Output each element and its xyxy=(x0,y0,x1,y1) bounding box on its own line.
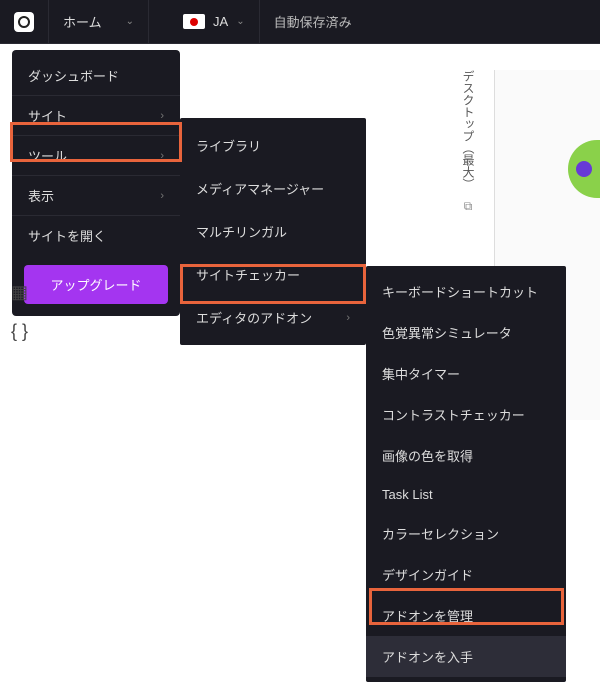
chevron-right-icon: › xyxy=(160,150,164,162)
addons-submenu: キーボードショートカット 色覚異常シミュレータ 集中タイマー コントラストチェッ… xyxy=(366,266,566,682)
table-icon[interactable]: ▦ xyxy=(11,282,28,303)
addon-item-keyboard-shortcuts[interactable]: キーボードショートカット xyxy=(366,271,566,312)
addon-item-get-image-color[interactable]: 画像の色を取得 xyxy=(366,435,566,476)
addon-item-focus-timer[interactable]: 集中タイマー xyxy=(366,353,566,394)
viewport-label: デスクトップ（最大） ⧉ xyxy=(460,70,477,214)
logo-button[interactable] xyxy=(0,0,49,43)
addon-item-design-guide[interactable]: デザインガイド xyxy=(366,554,566,595)
chevron-down-icon: ⌄ xyxy=(236,16,244,27)
topbar: ホーム ⌄ JA ⌄ 自動保存済み xyxy=(0,0,600,44)
menu-item-display[interactable]: 表示› xyxy=(12,176,180,216)
addon-item-color-blind-sim[interactable]: 色覚異常シミュレータ xyxy=(366,312,566,353)
home-label: ホーム xyxy=(63,12,102,31)
main-menu: ダッシュボード サイト› ツール› 表示› サイトを開く アップグレード xyxy=(12,50,180,316)
submenu-item-site-checker[interactable]: サイトチェッカー xyxy=(180,253,366,296)
chevron-right-icon: › xyxy=(346,312,350,324)
addon-item-color-selection[interactable]: カラーセレクション xyxy=(366,513,566,554)
chevron-right-icon: › xyxy=(160,190,164,202)
autosave-status: 自動保存済み xyxy=(260,12,366,31)
tools-submenu: ライブラリ メディアマネージャー マルチリンガル サイトチェッカー エディタのア… xyxy=(180,118,366,345)
chevron-down-icon: ⌄ xyxy=(126,16,134,27)
submenu-item-media-manager[interactable]: メディアマネージャー xyxy=(180,167,366,210)
japan-flag-icon xyxy=(183,14,205,29)
menu-item-site[interactable]: サイト› xyxy=(12,96,180,136)
braces-icon[interactable]: { } xyxy=(11,321,28,342)
submenu-item-library[interactable]: ライブラリ xyxy=(180,124,366,167)
side-toolbar: ▦ { } xyxy=(11,282,28,342)
badge-dot-icon xyxy=(576,161,592,177)
menu-item-tools[interactable]: ツール› xyxy=(12,136,180,176)
menu-item-dashboard[interactable]: ダッシュボード xyxy=(12,56,180,96)
submenu-item-editor-addons[interactable]: エディタのアドオン› xyxy=(180,296,366,339)
language-dropdown[interactable]: JA ⌄ xyxy=(169,0,260,43)
upgrade-button[interactable]: アップグレード xyxy=(24,265,168,304)
addon-item-contrast-checker[interactable]: コントラストチェッカー xyxy=(366,394,566,435)
submenu-item-multilingual[interactable]: マルチリンガル xyxy=(180,210,366,253)
language-label: JA xyxy=(213,14,228,29)
chevron-right-icon: › xyxy=(160,110,164,122)
copy-icon[interactable]: ⧉ xyxy=(464,199,473,214)
app-logo-icon xyxy=(14,12,34,32)
addon-item-manage-addons[interactable]: アドオンを管理 xyxy=(366,595,566,636)
home-dropdown[interactable]: ホーム ⌄ xyxy=(49,0,149,43)
addon-item-task-list[interactable]: Task List xyxy=(366,476,566,513)
menu-item-open-site[interactable]: サイトを開く xyxy=(12,216,180,255)
addon-item-get-addons[interactable]: アドオンを入手 xyxy=(366,636,566,677)
